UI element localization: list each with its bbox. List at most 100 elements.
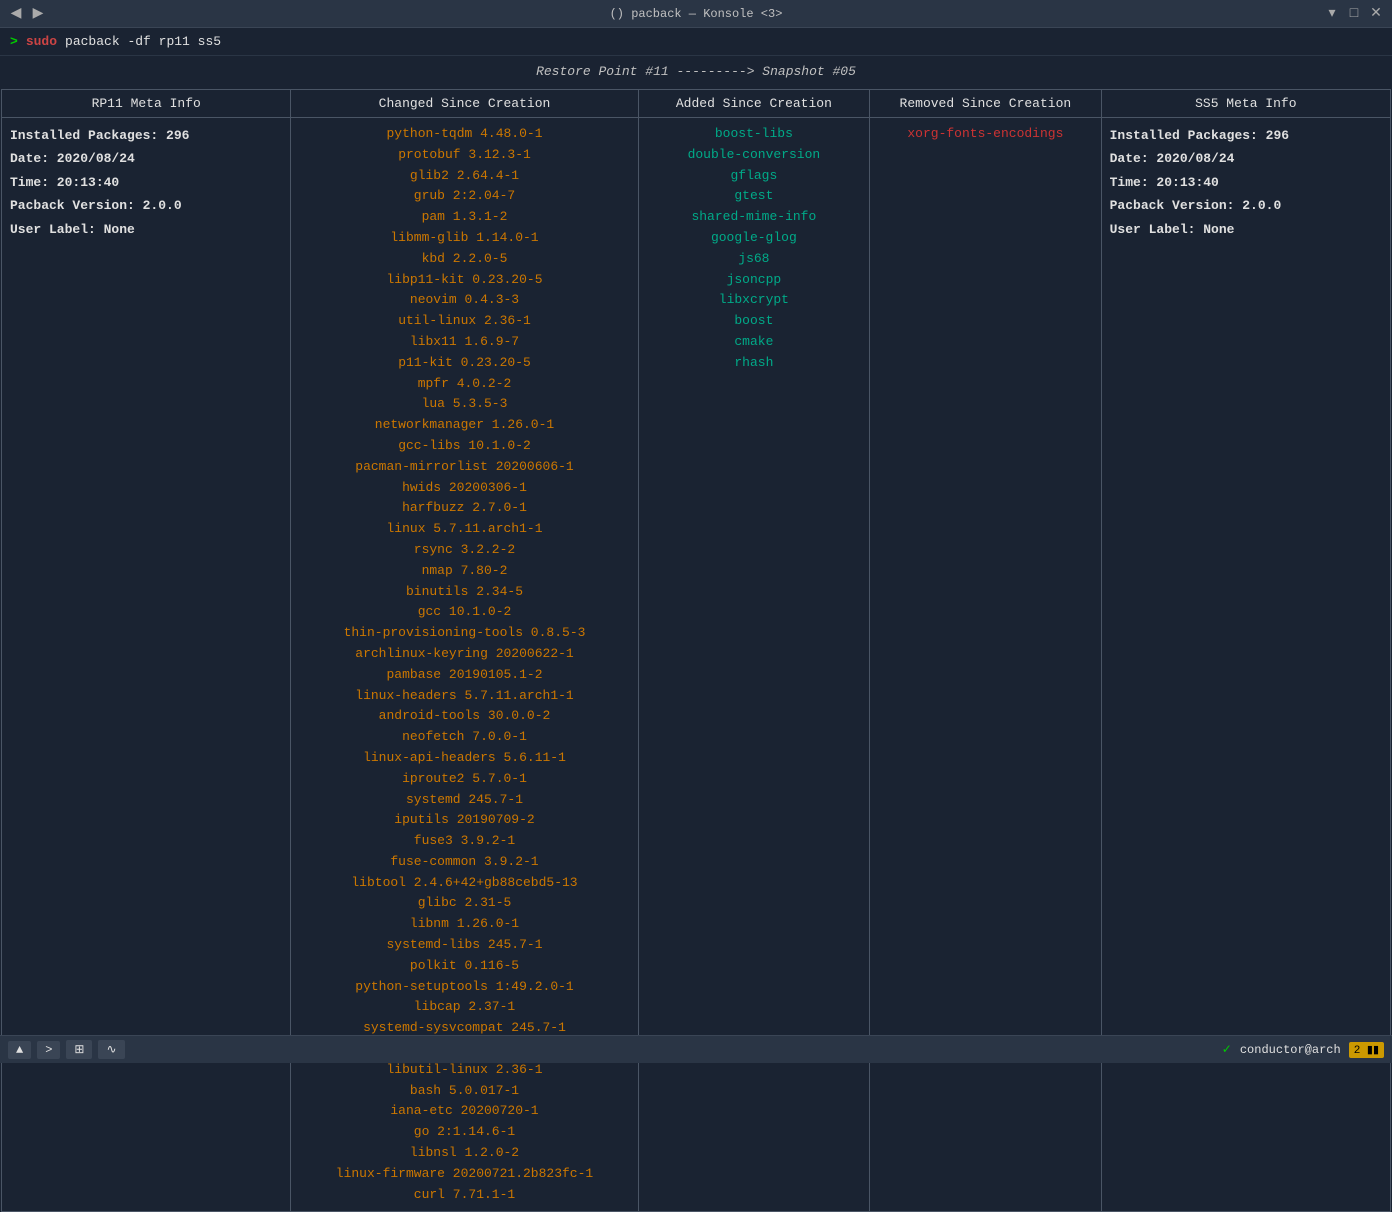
list-item: libp11-kit 0.23.20-5: [299, 270, 629, 291]
titlebar: ◀ ▶ () pacback — Konsole <3> ▾ □ ✕: [0, 0, 1392, 28]
list-item: google-glog: [647, 228, 862, 249]
list-item: python-tqdm 4.48.0-1: [299, 124, 629, 145]
rp11-label: User Label: None: [10, 222, 135, 237]
list-item: util-linux 2.36-1: [299, 311, 629, 332]
col-header-rp11: RP11 Meta Info: [2, 90, 291, 118]
list-item: bash 5.0.017-1: [299, 1081, 629, 1102]
list-item: libtool 2.4.6+42+gb88cebd5-13: [299, 873, 629, 894]
list-item: p11-kit 0.23.20-5: [299, 353, 629, 374]
list-item: polkit 0.116-5: [299, 956, 629, 977]
list-item: gflags: [647, 166, 862, 187]
titlebar-icon-1[interactable]: ◀: [8, 6, 24, 22]
list-item: binutils 2.34-5: [299, 582, 629, 603]
list-item: hwids 20200306-1: [299, 478, 629, 499]
list-item: neofetch 7.0.0-1: [299, 727, 629, 748]
cmd-text: pacback -df rp11 ss5: [65, 34, 221, 49]
list-item: glibc 2.31-5: [299, 893, 629, 914]
list-item: linux 5.7.11.arch1-1: [299, 519, 629, 540]
list-item: glib2 2.64.4-1: [299, 166, 629, 187]
restore-title: Restore Point #11 ---------> Snapshot #0…: [0, 56, 1392, 89]
titlebar-controls: ▾ □ ✕: [1324, 6, 1384, 22]
list-item: linux-firmware 20200721.2b823fc-1: [299, 1164, 629, 1185]
list-item: fuse-common 3.9.2-1: [299, 852, 629, 873]
list-item: iproute2 5.7.0-1: [299, 769, 629, 790]
ss5-meta-info: Installed Packages: 296 Date: 2020/08/24…: [1110, 124, 1382, 241]
list-item: pam 1.3.1-2: [299, 207, 629, 228]
list-item: nmap 7.80-2: [299, 561, 629, 582]
list-item: gcc-libs 10.1.0-2: [299, 436, 629, 457]
list-item: cmake: [647, 332, 862, 353]
ss5-version: Pacback Version: 2.0.0: [1110, 198, 1282, 213]
rp11-meta-info: Installed Packages: 296 Date: 2020/08/24…: [10, 124, 282, 241]
list-item: pambase 20190105.1-2: [299, 665, 629, 686]
window-title: () pacback — Konsole <3>: [610, 7, 783, 21]
list-item: curl 7.71.1-1: [299, 1185, 629, 1206]
list-item: libmm-glib 1.14.0-1: [299, 228, 629, 249]
prompt-arrow: >: [10, 34, 18, 49]
rp11-version: Pacback Version: 2.0.0: [10, 198, 182, 213]
list-item: archlinux-keyring 20200622-1: [299, 644, 629, 665]
titlebar-icon-2[interactable]: ▶: [30, 6, 46, 22]
list-item: networkmanager 1.26.0-1: [299, 415, 629, 436]
list-item: boost-libs: [647, 124, 862, 145]
list-item: android-tools 30.0.0-2: [299, 706, 629, 727]
list-item: linux-headers 5.7.11.arch1-1: [299, 686, 629, 707]
list-item: go 2:1.14.6-1: [299, 1122, 629, 1143]
list-item: python-setuptools 1:49.2.0-1: [299, 977, 629, 998]
list-item: pacman-mirrorlist 20200606-1: [299, 457, 629, 478]
list-item: js68: [647, 249, 862, 270]
list-item: neovim 0.4.3-3: [299, 290, 629, 311]
rp11-packages: Installed Packages: 296: [10, 128, 189, 143]
list-item: linux-api-headers 5.6.11-1: [299, 748, 629, 769]
list-item: libxcrypt: [647, 290, 862, 311]
list-item: lua 5.3.5-3: [299, 394, 629, 415]
list-item: libcap 2.37-1: [299, 997, 629, 1018]
rp11-time: Time: 20:13:40: [10, 175, 119, 190]
list-item: systemd 245.7-1: [299, 790, 629, 811]
list-item: systemd-libs 245.7-1: [299, 935, 629, 956]
list-item: gcc 10.1.0-2: [299, 602, 629, 623]
taskbar-right: ✓ conductor@arch 2 ▮▮: [1222, 1042, 1384, 1058]
taskbar-arrow-right[interactable]: >: [37, 1041, 60, 1059]
list-item: xorg-fonts-encodings: [878, 124, 1093, 145]
ss5-packages: Installed Packages: 296: [1110, 128, 1289, 143]
list-item: grub 2:2.04-7: [299, 186, 629, 207]
list-item: shared-mime-info: [647, 207, 862, 228]
list-item: libnsl 1.2.0-2: [299, 1143, 629, 1164]
command-line: > sudo pacback -df rp11 ss5: [0, 28, 1392, 56]
list-item: protobuf 3.12.3-1: [299, 145, 629, 166]
rp11-date: Date: 2020/08/24: [10, 151, 135, 166]
list-item: fuse3 3.9.2-1: [299, 831, 629, 852]
list-item: libnm 1.26.0-1: [299, 914, 629, 935]
taskbar-arrow-up[interactable]: ▲: [8, 1041, 31, 1059]
list-item: thin-provisioning-tools 0.8.5-3: [299, 623, 629, 644]
list-item: harfbuzz 2.7.0-1: [299, 498, 629, 519]
list-item: gtest: [647, 186, 862, 207]
ss5-date: Date: 2020/08/24: [1110, 151, 1235, 166]
list-item: kbd 2.2.0-5: [299, 249, 629, 270]
titlebar-left: ◀ ▶: [8, 6, 46, 22]
ss5-time: Time: 20:13:40: [1110, 175, 1219, 190]
list-item: double-conversion: [647, 145, 862, 166]
close-button[interactable]: ✕: [1368, 6, 1384, 22]
list-item: rsync 3.2.2-2: [299, 540, 629, 561]
taskbar-left: ▲ > ⊞ ∿: [8, 1040, 125, 1059]
taskbar-wave-icon[interactable]: ∿: [98, 1040, 124, 1059]
list-item: libx11 1.6.9-7: [299, 332, 629, 353]
col-header-ss5: SS5 Meta Info: [1101, 90, 1390, 118]
taskbar: ▲ > ⊞ ∿ ✓ conductor@arch 2 ▮▮: [0, 1035, 1392, 1063]
list-item: boost: [647, 311, 862, 332]
taskbar-grid-icon[interactable]: ⊞: [66, 1040, 92, 1059]
list-item: jsoncpp: [647, 270, 862, 291]
list-item: iputils 20190709-2: [299, 810, 629, 831]
minimize-button[interactable]: ▾: [1324, 6, 1340, 22]
tab-number[interactable]: 2 ▮▮: [1349, 1042, 1384, 1058]
status-user: conductor@arch: [1240, 1043, 1341, 1057]
col-header-added: Added Since Creation: [638, 90, 870, 118]
list-item: rhash: [647, 353, 862, 374]
status-check: ✓: [1222, 1042, 1232, 1057]
maximize-button[interactable]: □: [1346, 6, 1362, 22]
list-item: mpfr 4.0.2-2: [299, 374, 629, 395]
col-header-changed: Changed Since Creation: [291, 90, 638, 118]
col-header-removed: Removed Since Creation: [870, 90, 1102, 118]
